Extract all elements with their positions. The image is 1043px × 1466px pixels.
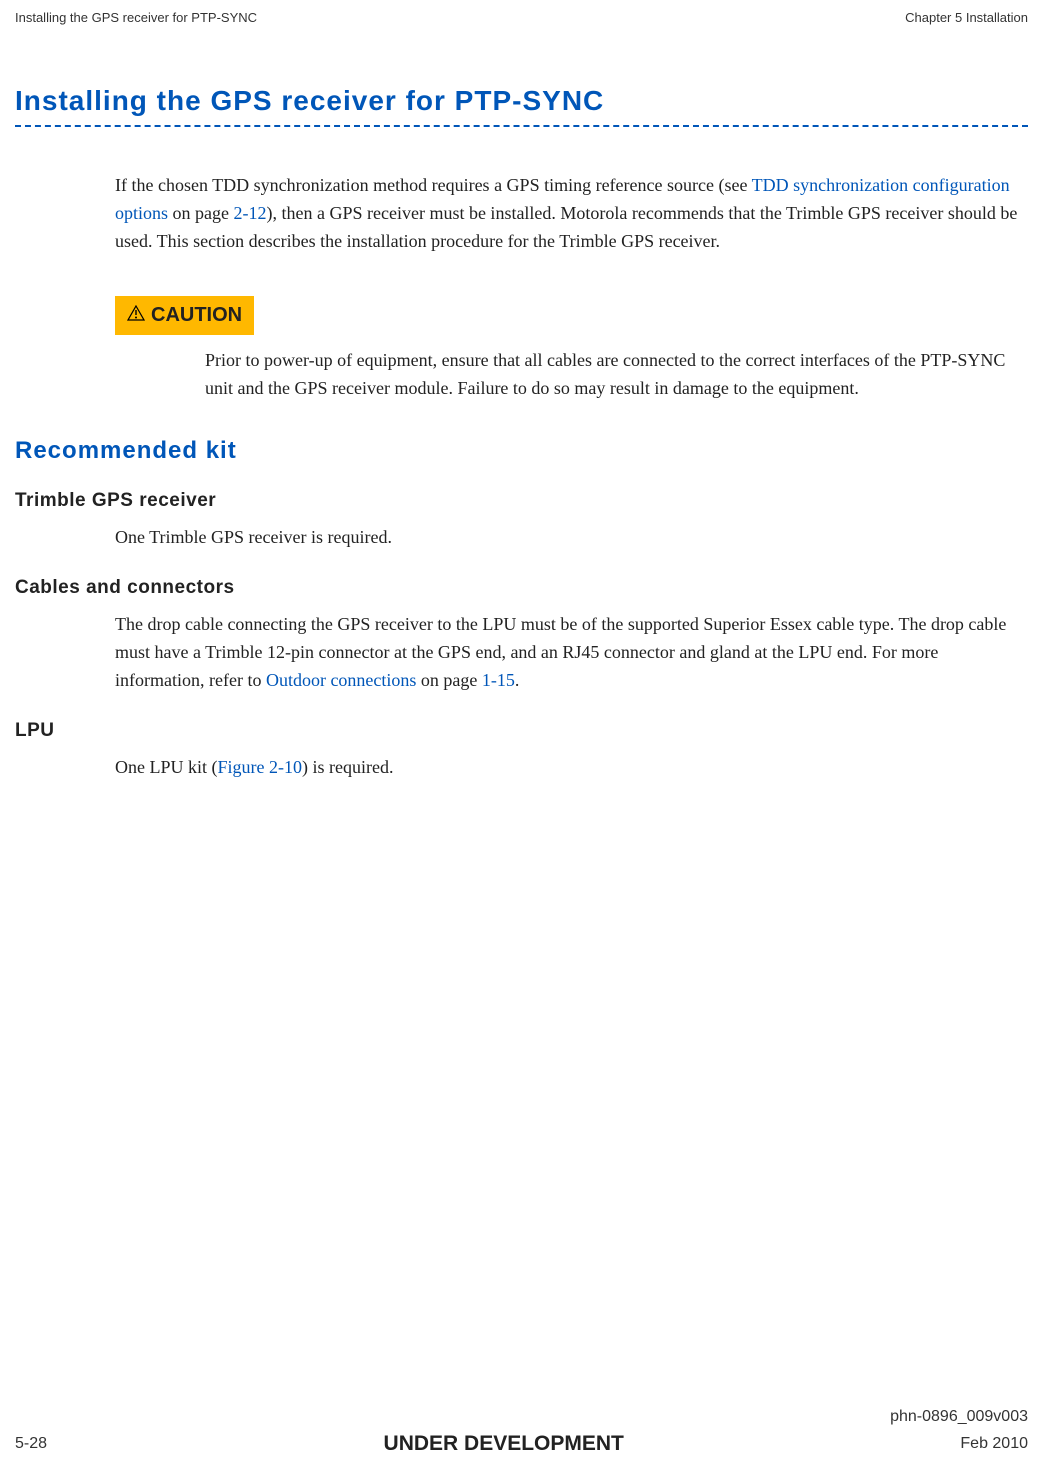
intro-block: If the chosen TDD synchronization method… (115, 172, 1023, 402)
page-ref-2-12[interactable]: 2-12 (234, 203, 267, 223)
lpu-paragraph: One LPU kit (Figure 2-10) is required. (115, 754, 1023, 782)
cables-text-3: . (515, 670, 520, 690)
footer-date: Feb 2010 (960, 1435, 1028, 1453)
footer-row: 5-28 UNDER DEVELOPMENT Feb 2010 (15, 1432, 1028, 1456)
header-right: Chapter 5 Installation (905, 10, 1028, 25)
lpu-text-2: ) is required. (302, 757, 393, 777)
cables-heading: Cables and connectors (15, 577, 1028, 599)
footer-status: UNDER DEVELOPMENT (384, 1432, 624, 1456)
page-ref-1-15[interactable]: 1-15 (482, 670, 515, 690)
cables-paragraph: The drop cable connecting the GPS receiv… (115, 611, 1023, 695)
cables-block: The drop cable connecting the GPS receiv… (115, 611, 1023, 695)
caution-text: Prior to power-up of equipment, ensure t… (205, 347, 1023, 403)
intro-text-2: on page (168, 203, 233, 223)
caution-label: CAUTION (115, 296, 254, 335)
recommended-kit-heading: Recommended kit (15, 437, 1028, 465)
intro-paragraph: If the chosen TDD synchronization method… (115, 172, 1023, 256)
page-header: Installing the GPS receiver for PTP-SYNC… (0, 0, 1043, 25)
footer-doc-id: phn-0896_009v003 (15, 1408, 1028, 1426)
caution-label-text: CAUTION (151, 304, 242, 326)
footer-page-num: 5-28 (15, 1435, 47, 1453)
intro-text-1: If the chosen TDD synchronization method… (115, 175, 752, 195)
page-title: Installing the GPS receiver for PTP-SYNC (15, 85, 1028, 117)
figure-2-10-link[interactable]: Figure 2-10 (218, 757, 303, 777)
outdoor-connections-link[interactable]: Outdoor connections (266, 670, 416, 690)
cables-text-1: The drop cable connecting the GPS receiv… (115, 614, 1006, 690)
header-left: Installing the GPS receiver for PTP-SYNC (15, 10, 257, 25)
lpu-block: One LPU kit (Figure 2-10) is required. (115, 754, 1023, 782)
lpu-text-1: One LPU kit ( (115, 757, 218, 777)
lpu-heading: LPU (15, 720, 1028, 742)
warning-icon (127, 300, 145, 331)
trimble-text: One Trimble GPS receiver is required. (115, 524, 1023, 552)
trimble-block: One Trimble GPS receiver is required. (115, 524, 1023, 552)
page-footer: phn-0896_009v003 5-28 UNDER DEVELOPMENT … (15, 1408, 1028, 1456)
content-area: Installing the GPS receiver for PTP-SYNC… (0, 25, 1043, 782)
title-divider (15, 125, 1028, 127)
trimble-heading: Trimble GPS receiver (15, 490, 1028, 512)
cables-text-2: on page (416, 670, 481, 690)
